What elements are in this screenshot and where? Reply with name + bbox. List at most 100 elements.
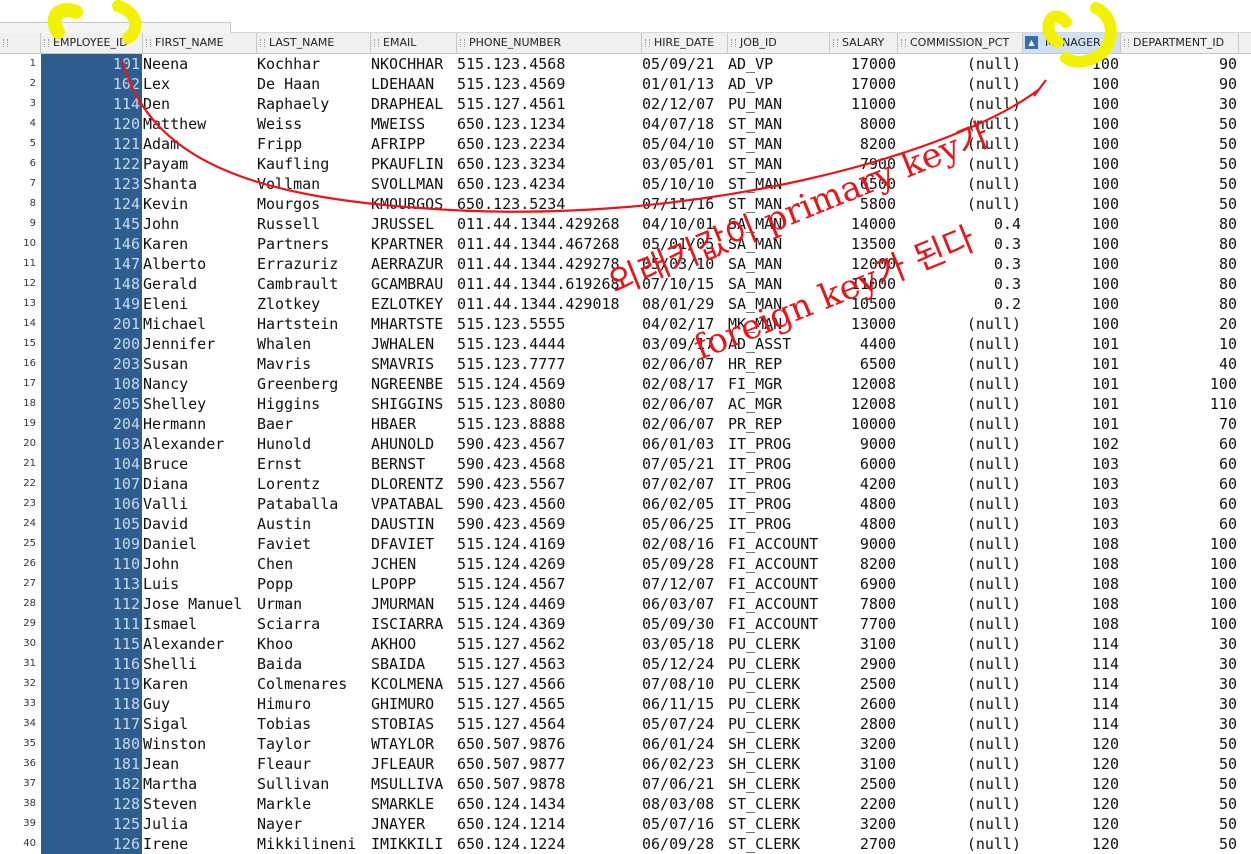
cell-first-name[interactable]: Matthew xyxy=(143,114,257,134)
cell-phone-number[interactable]: 515.124.4469 xyxy=(457,594,642,614)
cell-email[interactable]: GCAMBRAU xyxy=(371,274,457,294)
cell-employee-id[interactable]: 117 xyxy=(41,714,142,734)
cell-employee-id[interactable]: 111 xyxy=(41,614,142,634)
cell-commission-pct[interactable]: (null) xyxy=(898,454,1023,474)
cell-commission-pct[interactable]: (null) xyxy=(898,334,1023,354)
cell-last-name[interactable]: Khoo xyxy=(257,634,371,654)
cell-manager-id[interactable]: 100 xyxy=(1023,174,1121,194)
cell-job-id[interactable]: FI_ACCOUNT xyxy=(728,594,830,614)
row-number[interactable]: 1 xyxy=(0,54,40,74)
row-number[interactable]: 15 xyxy=(0,334,40,354)
cell-job-id[interactable]: SA_MAN xyxy=(728,294,830,314)
cell-hire-date[interactable]: 02/06/07 xyxy=(642,394,728,414)
cell-hire-date[interactable]: 07/05/21 xyxy=(642,454,728,474)
row-number[interactable]: 12 xyxy=(0,274,40,294)
cell-department-id[interactable]: 40 xyxy=(1121,354,1239,374)
table-row[interactable]: 23 106 Valli Pataballa VPATABAL 590.423.4560 0… xyxy=(0,494,1251,514)
cell-phone-number[interactable]: 515.127.4562 xyxy=(457,634,642,654)
cell-employee-id[interactable]: 118 xyxy=(41,694,142,714)
cell-hire-date[interactable]: 02/06/07 xyxy=(642,354,728,374)
cell-department-id[interactable]: 80 xyxy=(1121,294,1239,314)
cell-job-id[interactable]: SA_MAN xyxy=(728,254,830,274)
cell-first-name[interactable]: Diana xyxy=(143,474,257,494)
row-number[interactable]: 32 xyxy=(0,674,40,694)
cell-email[interactable]: AKHOO xyxy=(371,634,457,654)
table-row[interactable]: 30 115 Alexander Khoo AKHOO 515.127.4562 03/05… xyxy=(0,634,1251,654)
cell-salary[interactable]: 7900 xyxy=(830,154,898,174)
cell-manager-id[interactable]: 100 xyxy=(1023,114,1121,134)
column-header-manager-id[interactable]: ▲ MANAGER... xyxy=(1023,33,1121,53)
cell-last-name[interactable]: Himuro xyxy=(257,694,371,714)
cell-email[interactable]: AFRIPP xyxy=(371,134,457,154)
cell-last-name[interactable]: Pataballa xyxy=(257,494,371,514)
cell-hire-date[interactable]: 05/09/21 xyxy=(642,54,728,74)
cell-last-name[interactable]: Taylor xyxy=(257,734,371,754)
table-row[interactable]: 9 145 John Russell JRUSSEL 011.44.1344.429268… xyxy=(0,214,1251,234)
cell-salary[interactable]: 2600 xyxy=(830,694,898,714)
row-number[interactable]: 39 xyxy=(0,814,40,834)
cell-manager-id[interactable]: 108 xyxy=(1023,554,1121,574)
cell-department-id[interactable]: 100 xyxy=(1121,614,1239,634)
cell-employee-id[interactable]: 101 xyxy=(41,54,142,74)
cell-department-id[interactable]: 60 xyxy=(1121,494,1239,514)
cell-department-id[interactable]: 80 xyxy=(1121,234,1239,254)
cell-manager-id[interactable]: 103 xyxy=(1023,514,1121,534)
cell-salary[interactable]: 3200 xyxy=(830,814,898,834)
row-number[interactable]: 23 xyxy=(0,494,40,514)
table-row[interactable]: 33 118 Guy Himuro GHIMURO 515.127.4565 06/11/1… xyxy=(0,694,1251,714)
cell-first-name[interactable]: Den xyxy=(143,94,257,114)
cell-phone-number[interactable]: 515.123.4568 xyxy=(457,54,642,74)
cell-commission-pct[interactable]: 0.3 xyxy=(898,274,1023,294)
cell-department-id[interactable]: 90 xyxy=(1121,74,1239,94)
cell-last-name[interactable]: Ernst xyxy=(257,454,371,474)
cell-phone-number[interactable]: 515.123.4569 xyxy=(457,74,642,94)
cell-department-id[interactable]: 90 xyxy=(1121,54,1239,74)
row-number[interactable]: 29 xyxy=(0,614,40,634)
cell-last-name[interactable]: Higgins xyxy=(257,394,371,414)
cell-first-name[interactable]: Guy xyxy=(143,694,257,714)
row-number[interactable]: 21 xyxy=(0,454,40,474)
row-number[interactable]: 11 xyxy=(0,254,40,274)
cell-hire-date[interactable]: 06/01/24 xyxy=(642,734,728,754)
cell-job-id[interactable]: ST_MAN xyxy=(728,174,830,194)
cell-job-id[interactable]: AD_VP xyxy=(728,74,830,94)
cell-commission-pct[interactable]: (null) xyxy=(898,714,1023,734)
sort-icon[interactable]: ▲ xyxy=(1025,36,1038,49)
cell-last-name[interactable]: Markle xyxy=(257,794,371,814)
cell-email[interactable]: SHIGGINS xyxy=(371,394,457,414)
cell-salary[interactable]: 3100 xyxy=(830,634,898,654)
cell-salary[interactable]: 4800 xyxy=(830,494,898,514)
cell-hire-date[interactable]: 07/11/16 xyxy=(642,194,728,214)
cell-manager-id[interactable]: 100 xyxy=(1023,294,1121,314)
cell-employee-id[interactable]: 146 xyxy=(41,234,142,254)
cell-last-name[interactable]: Sciarra xyxy=(257,614,371,634)
cell-job-id[interactable]: FI_ACCOUNT xyxy=(728,574,830,594)
cell-salary[interactable]: 2500 xyxy=(830,674,898,694)
cell-manager-id[interactable]: 114 xyxy=(1023,654,1121,674)
cell-email[interactable]: BERNST xyxy=(371,454,457,474)
cell-department-id[interactable]: 30 xyxy=(1121,714,1239,734)
cell-salary[interactable]: 9000 xyxy=(830,534,898,554)
row-number[interactable]: 35 xyxy=(0,734,40,754)
cell-hire-date[interactable]: 07/10/15 xyxy=(642,274,728,294)
table-row[interactable]: 15 200 Jennifer Whalen JWHALEN 515.123.4444 03… xyxy=(0,334,1251,354)
cell-department-id[interactable]: 100 xyxy=(1121,534,1239,554)
cell-commission-pct[interactable]: (null) xyxy=(898,74,1023,94)
cell-manager-id[interactable]: 101 xyxy=(1023,334,1121,354)
cell-job-id[interactable]: SA_MAN xyxy=(728,274,830,294)
cell-department-id[interactable]: 50 xyxy=(1121,814,1239,834)
cell-salary[interactable]: 2200 xyxy=(830,794,898,814)
cell-last-name[interactable]: Zlotkey xyxy=(257,294,371,314)
cell-commission-pct[interactable]: (null) xyxy=(898,434,1023,454)
cell-phone-number[interactable]: 650.124.1434 xyxy=(457,794,642,814)
cell-commission-pct[interactable]: (null) xyxy=(898,614,1023,634)
cell-employee-id[interactable]: 112 xyxy=(41,594,142,614)
cell-commission-pct[interactable]: (null) xyxy=(898,654,1023,674)
cell-hire-date[interactable]: 03/05/01 xyxy=(642,154,728,174)
cell-job-id[interactable]: IT_PROG xyxy=(728,474,830,494)
cell-email[interactable]: IMIKKILI xyxy=(371,834,457,854)
row-number[interactable]: 24 xyxy=(0,514,40,534)
cell-hire-date[interactable]: 07/12/07 xyxy=(642,574,728,594)
cell-phone-number[interactable]: 650.124.1214 xyxy=(457,814,642,834)
cell-employee-id[interactable]: 182 xyxy=(41,774,142,794)
